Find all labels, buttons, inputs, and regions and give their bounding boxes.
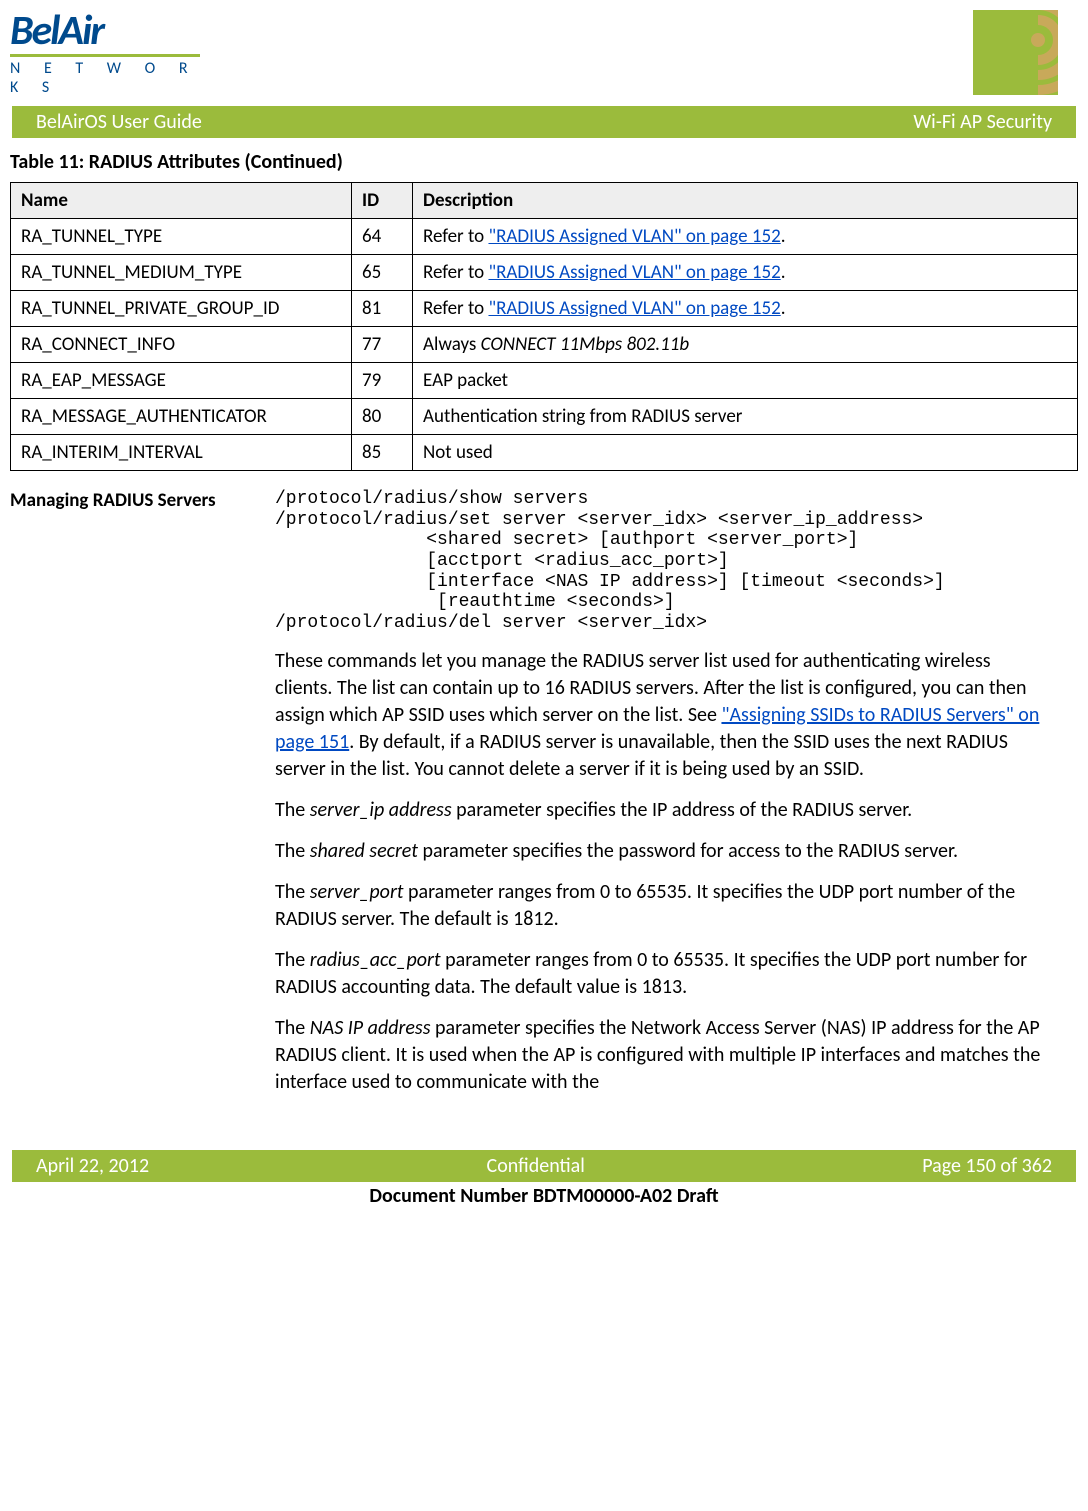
attr-desc: Refer to "RADIUS Assigned VLAN" on page …	[413, 219, 1078, 255]
command-syntax: /protocol/radius/show servers /protocol/…	[275, 489, 1048, 634]
radius-attributes-table: Name ID Description RA_TUNNEL_TYPE 64 Re…	[10, 182, 1078, 471]
table-row: RA_TUNNEL_MEDIUM_TYPE 65 Refer to "RADIU…	[11, 255, 1078, 291]
attr-desc: Refer to "RADIUS Assigned VLAN" on page …	[413, 291, 1078, 327]
paragraph: The NAS IP address parameter specifies t…	[275, 1015, 1048, 1096]
table-header-row: Name ID Description	[11, 183, 1078, 219]
attr-desc: Always CONNECT 11Mbps 802.11b	[413, 327, 1078, 363]
table-row: RA_TUNNEL_TYPE 64 Refer to "RADIUS Assig…	[11, 219, 1078, 255]
section-heading: Managing RADIUS Servers	[10, 489, 275, 1110]
attr-name: RA_CONNECT_INFO	[11, 327, 352, 363]
footer-page: Page 150 of 362	[922, 1154, 1052, 1178]
attr-name: RA_MESSAGE_AUTHENTICATOR	[11, 399, 352, 435]
col-header-desc: Description	[413, 183, 1078, 219]
attr-name: RA_TUNNEL_PRIVATE_GROUP_ID	[11, 291, 352, 327]
paragraph: The server_port parameter ranges from 0 …	[275, 879, 1048, 933]
footer-ribbon: April 22, 2012 Confidential Page 150 of …	[12, 1150, 1076, 1182]
col-header-id: ID	[352, 183, 413, 219]
attr-id: 80	[352, 399, 413, 435]
paragraph: These commands let you manage the RADIUS…	[275, 648, 1048, 783]
footer-date: April 22, 2012	[36, 1154, 149, 1178]
attr-name: RA_TUNNEL_MEDIUM_TYPE	[11, 255, 352, 291]
table-row: RA_TUNNEL_PRIVATE_GROUP_ID 81 Refer to "…	[11, 291, 1078, 327]
body-section: Managing RADIUS Servers /protocol/radius…	[0, 489, 1088, 1110]
attr-id: 85	[352, 435, 413, 471]
logo-bottom-text: N E T W O R K S	[10, 59, 200, 97]
paragraph: The shared secret parameter specifies th…	[275, 838, 1048, 865]
attr-id: 65	[352, 255, 413, 291]
corner-wifi-icon	[973, 10, 1058, 95]
attr-id: 81	[352, 291, 413, 327]
attr-name: RA_TUNNEL_TYPE	[11, 219, 352, 255]
col-header-name: Name	[11, 183, 352, 219]
table-row: RA_EAP_MESSAGE 79 EAP packet	[11, 363, 1078, 399]
attr-id: 64	[352, 219, 413, 255]
section-body: /protocol/radius/show servers /protocol/…	[275, 489, 1078, 1110]
logo-top-text: BelAir	[10, 10, 200, 52]
page-header: BelAir N E T W O R K S	[0, 0, 1088, 100]
attr-name: RA_EAP_MESSAGE	[11, 363, 352, 399]
page-footer: April 22, 2012 Confidential Page 150 of …	[0, 1150, 1088, 1218]
attr-desc: EAP packet	[413, 363, 1078, 399]
table-caption: Table 11: RADIUS Attributes (Continued)	[0, 146, 1088, 178]
attr-name: RA_INTERIM_INTERVAL	[11, 435, 352, 471]
document-number: Document Number BDTM00000-A02 Draft	[0, 1182, 1088, 1218]
title-ribbon: BelAirOS User Guide Wi-Fi AP Security	[12, 106, 1076, 138]
table-row: RA_INTERIM_INTERVAL 85 Not used	[11, 435, 1078, 471]
paragraph: The radius_acc_port parameter ranges fro…	[275, 947, 1048, 1001]
xref-link[interactable]: "RADIUS Assigned VLAN" on page 152	[488, 225, 780, 248]
section-title: Wi-Fi AP Security	[913, 110, 1052, 134]
belair-logo: BelAir N E T W O R K S	[10, 10, 200, 100]
attr-id: 79	[352, 363, 413, 399]
attr-desc: Refer to "RADIUS Assigned VLAN" on page …	[413, 255, 1078, 291]
footer-confidential: Confidential	[487, 1154, 585, 1178]
guide-title: BelAirOS User Guide	[36, 110, 202, 134]
attr-desc: Not used	[413, 435, 1078, 471]
paragraph: The server_ip address parameter specifie…	[275, 797, 1048, 824]
table-row: RA_MESSAGE_AUTHENTICATOR 80 Authenticati…	[11, 399, 1078, 435]
xref-link[interactable]: "RADIUS Assigned VLAN" on page 152	[488, 261, 780, 284]
attr-desc: Authentication string from RADIUS server	[413, 399, 1078, 435]
table-row: RA_CONNECT_INFO 77 Always CONNECT 11Mbps…	[11, 327, 1078, 363]
attr-id: 77	[352, 327, 413, 363]
xref-link[interactable]: "RADIUS Assigned VLAN" on page 152	[488, 297, 780, 320]
